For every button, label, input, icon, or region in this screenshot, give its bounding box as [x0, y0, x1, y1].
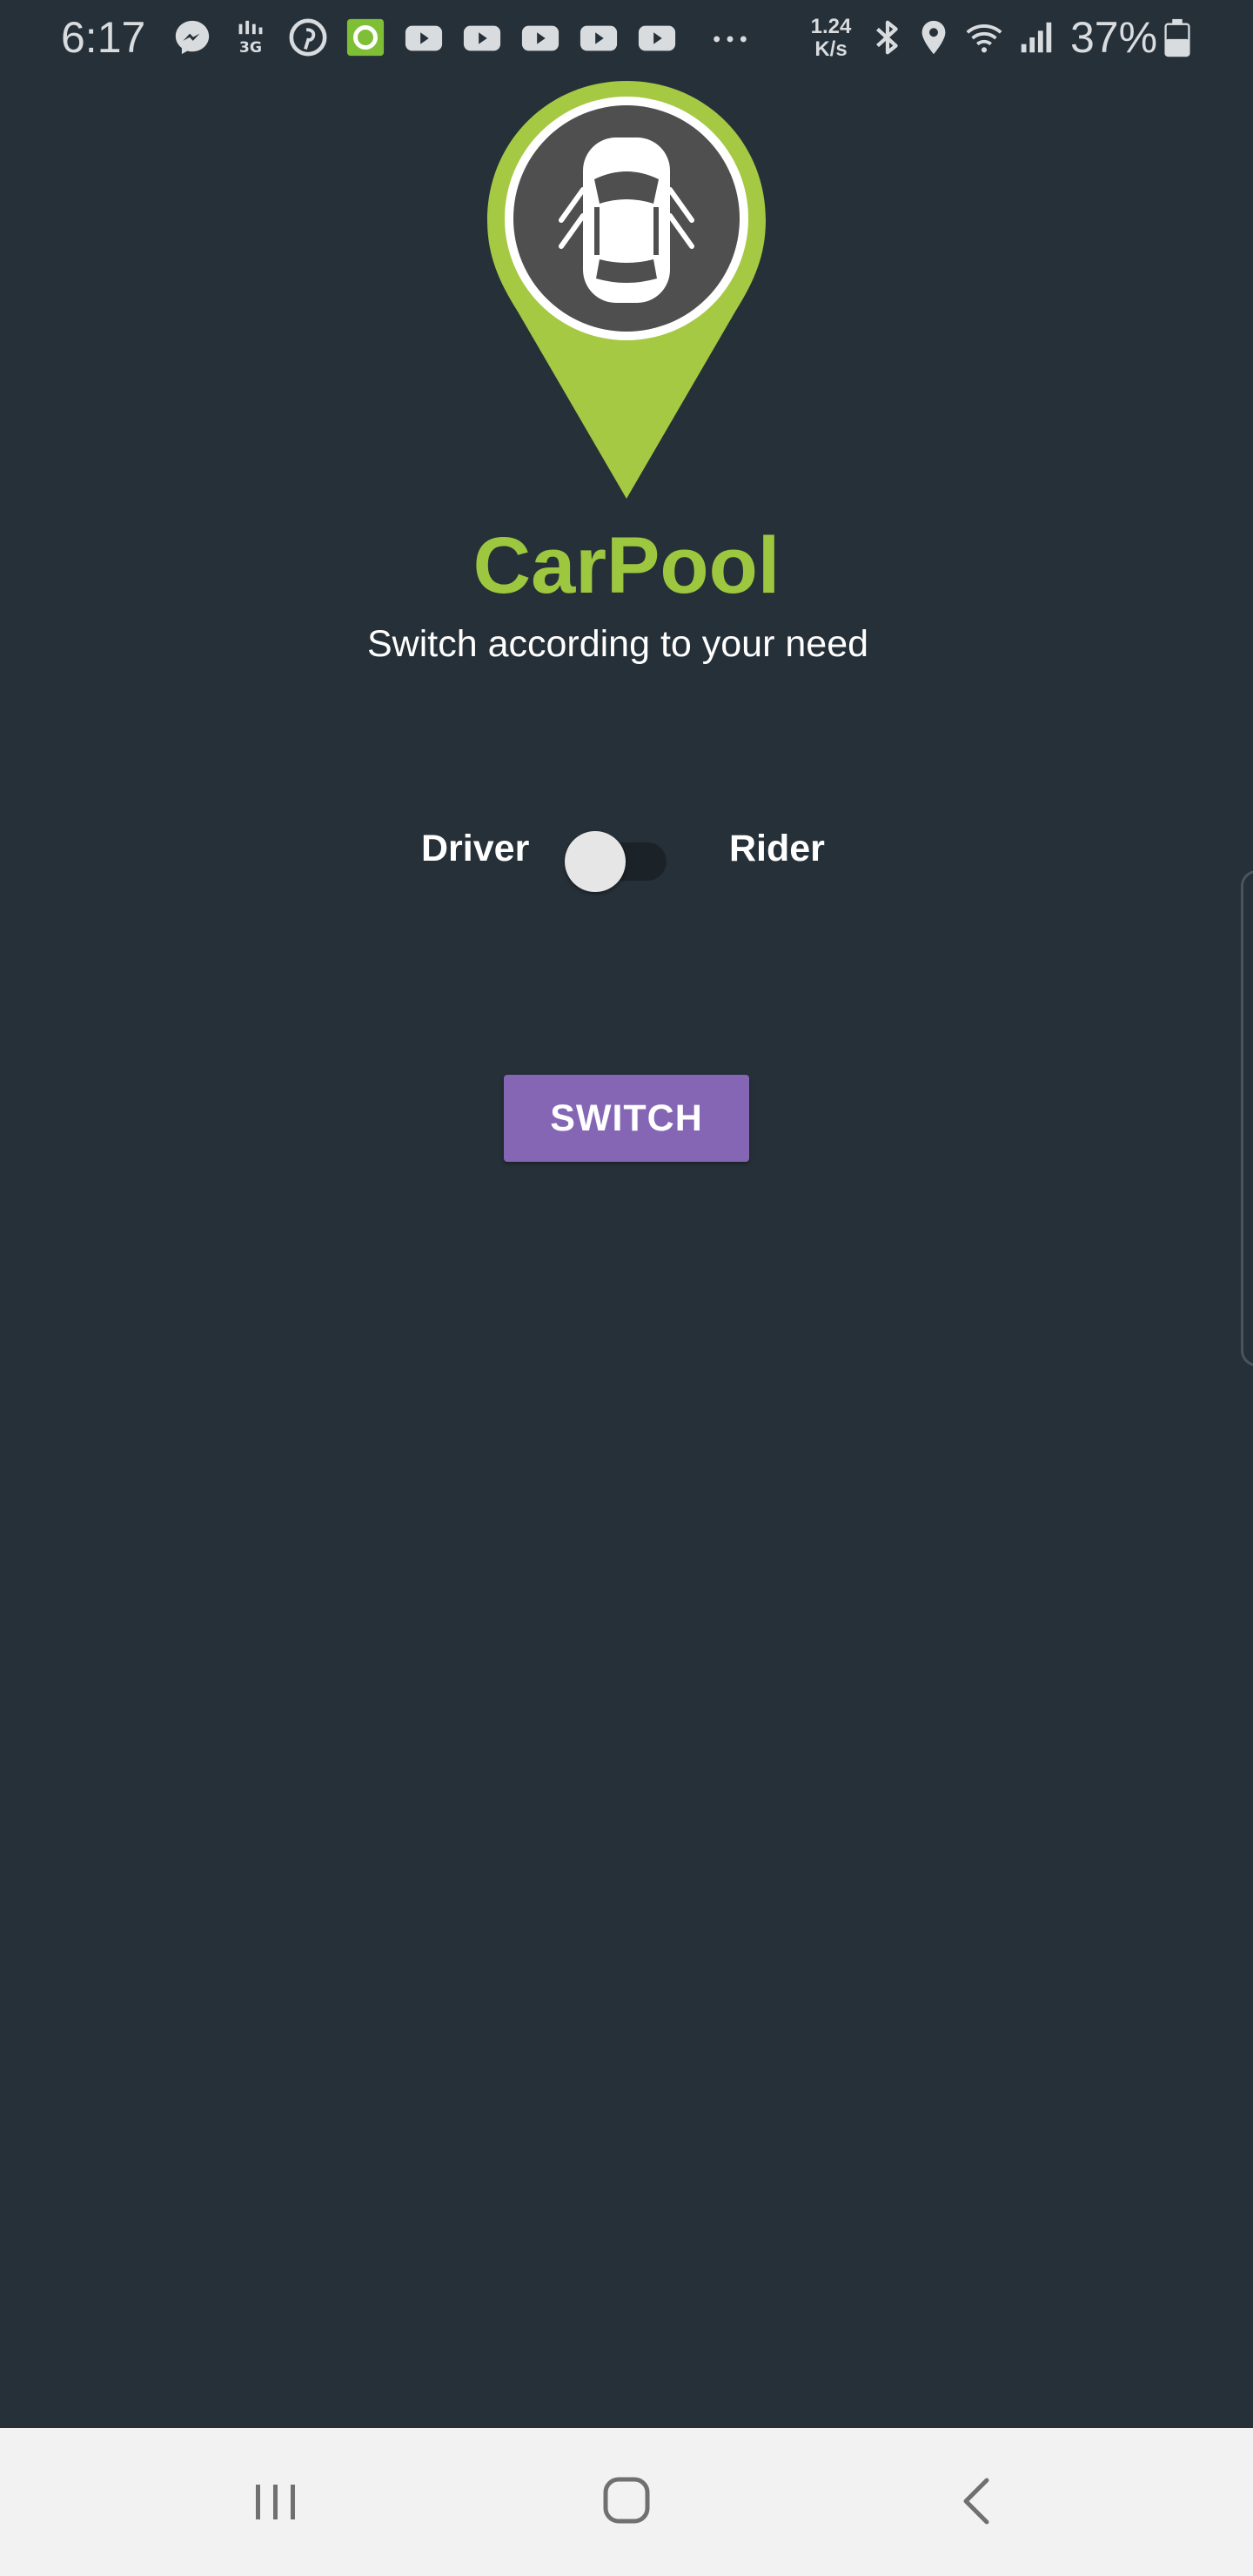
rider-label: Rider	[729, 828, 825, 869]
navigation-bar	[0, 2428, 1253, 2576]
pinterest-icon	[288, 17, 328, 57]
youtube-icon	[520, 17, 560, 57]
network-speed-unit: K/s	[814, 37, 848, 61]
back-icon[interactable]	[938, 2463, 1016, 2541]
more-icon	[710, 17, 750, 57]
app-title: CarPool	[472, 521, 781, 610]
battery-icon	[1160, 17, 1195, 57]
home-icon[interactable]	[587, 2463, 666, 2541]
youtube-icon	[462, 17, 502, 57]
switch-button[interactable]: SWITCH	[504, 1075, 749, 1162]
data-icon: 3G	[231, 17, 271, 57]
recent-apps-icon[interactable]	[237, 2463, 315, 2541]
toggle-thumb[interactable]	[565, 831, 626, 892]
youtube-icon	[404, 17, 444, 57]
app-subtitle: Switch according to your need	[366, 623, 869, 665]
signal-icon	[1016, 17, 1056, 57]
youtube-icon	[637, 17, 677, 57]
status-bar: 6:17 3G 1.24 K/s 37%	[0, 0, 1253, 75]
status-time: 6:17	[61, 13, 146, 62]
messenger-icon	[172, 17, 212, 57]
carpool-logo	[483, 77, 770, 503]
battery-percent: 37%	[1070, 13, 1158, 62]
screen: 6:17 3G 1.24 K/s 37% CarPool Switch acco…	[0, 0, 1253, 2576]
svg-text:3G: 3G	[239, 39, 262, 57]
network-speed-value: 1.24	[810, 15, 852, 38]
network-speed: 1.24 K/s	[805, 16, 857, 61]
location-icon	[914, 17, 954, 57]
bluetooth-icon	[868, 17, 908, 57]
wifi-icon	[964, 17, 1004, 57]
driver-rider-toggle[interactable]	[564, 828, 668, 895]
driver-label: Driver	[421, 828, 530, 869]
youtube-icon	[579, 17, 619, 57]
edge-panel-handle[interactable]	[1241, 870, 1253, 1366]
app-icon	[345, 17, 385, 57]
